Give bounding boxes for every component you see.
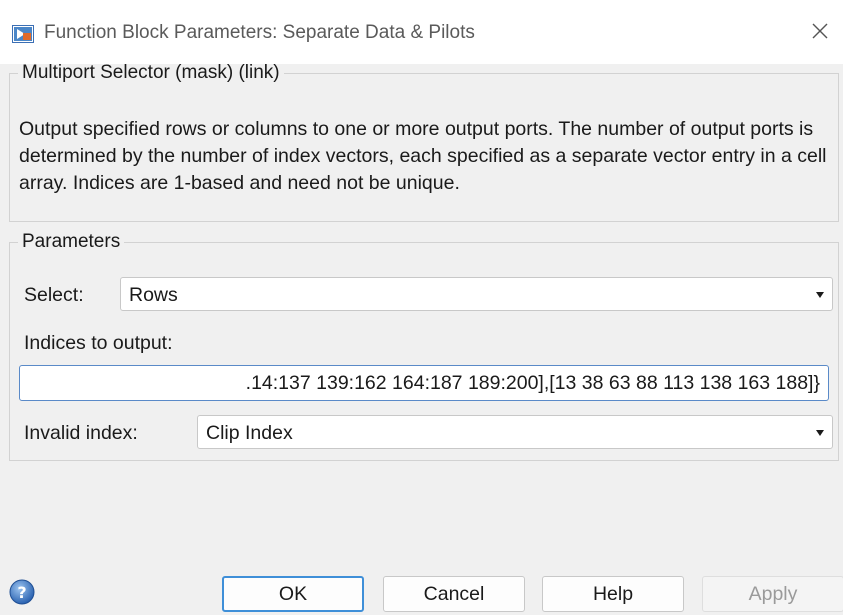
select-value: Rows	[129, 284, 178, 306]
ok-button[interactable]: OK	[222, 576, 364, 612]
parameters-legend: Parameters	[22, 231, 121, 252]
indices-field[interactable]	[19, 365, 829, 401]
mask-legend: Multiport Selector (mask) (link)	[22, 62, 280, 83]
select-dropdown[interactable]: Rows	[120, 277, 833, 311]
chevron-down-icon	[816, 430, 824, 436]
invalid-index-value: Clip Index	[206, 422, 293, 444]
indices-label: Indices to output:	[24, 332, 173, 354]
window-title: Function Block Parameters: Separate Data…	[44, 22, 475, 43]
close-icon	[812, 23, 828, 39]
svg-text:?: ?	[17, 583, 26, 602]
close-button[interactable]	[805, 16, 835, 46]
cancel-button[interactable]: Cancel	[383, 576, 525, 612]
invalid-index-label: Invalid index:	[24, 422, 138, 444]
help-question-icon[interactable]: ?	[9, 579, 35, 605]
chevron-down-icon	[816, 292, 824, 298]
title-bar: Function Block Parameters: Separate Data…	[0, 0, 843, 64]
mask-description-group: Multiport Selector (mask) (link) Output …	[9, 62, 839, 222]
invalid-index-dropdown[interactable]: Clip Index	[197, 415, 833, 449]
mask-description: Output specified rows or columns to one …	[19, 118, 827, 194]
apply-button[interactable]: Apply	[702, 576, 843, 612]
select-label: Select:	[24, 284, 84, 306]
simulink-block-icon	[12, 25, 34, 43]
indices-input[interactable]	[20, 366, 828, 400]
help-button[interactable]: Help	[542, 576, 684, 612]
